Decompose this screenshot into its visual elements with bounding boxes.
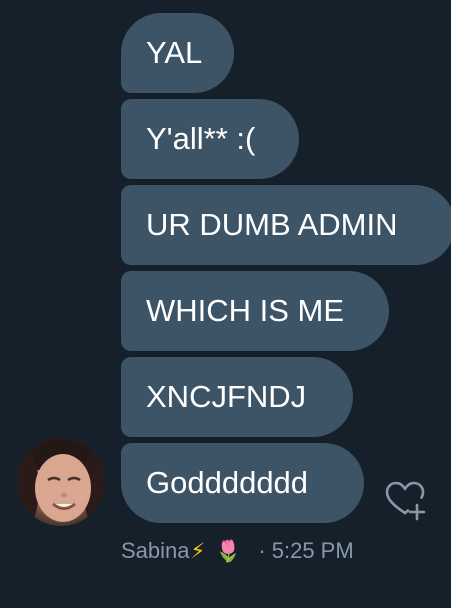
message-text: Y'all** :( <box>146 121 256 156</box>
message-bubble-4[interactable]: WHICH IS ME <box>121 271 389 351</box>
sender-avatar[interactable] <box>17 438 105 526</box>
lightning-emoji-icon: ⚡ <box>190 539 206 563</box>
react-heart-plus-icon[interactable] <box>383 479 427 523</box>
message-bubble-3[interactable]: UR DUMB ADMIN <box>121 185 451 265</box>
message-meta: Sabina ⚡ 🌷 · 5:25 PM <box>121 535 354 567</box>
message-text: XNCJFNDJ <box>146 379 307 414</box>
separator-dot: · <box>258 538 266 563</box>
message-bubble-5[interactable]: XNCJFNDJ <box>121 357 353 437</box>
message-text: WHICH IS ME <box>146 293 345 328</box>
tulip-emoji-icon: 🌷 <box>215 538 242 563</box>
sender-name[interactable]: Sabina <box>121 538 190 564</box>
avatar-photo-icon <box>17 438 105 526</box>
message-text: UR DUMB ADMIN <box>146 207 398 242</box>
message-text: YAL <box>146 35 203 70</box>
message-bubble-2[interactable]: Y'all** :( <box>121 99 299 179</box>
message-bubble-1[interactable]: YAL <box>121 13 234 93</box>
message-bubble-6[interactable]: Goddddddd <box>121 443 364 523</box>
message-text: Goddddddd <box>146 465 309 500</box>
message-timestamp: 5:25 PM <box>271 538 354 563</box>
